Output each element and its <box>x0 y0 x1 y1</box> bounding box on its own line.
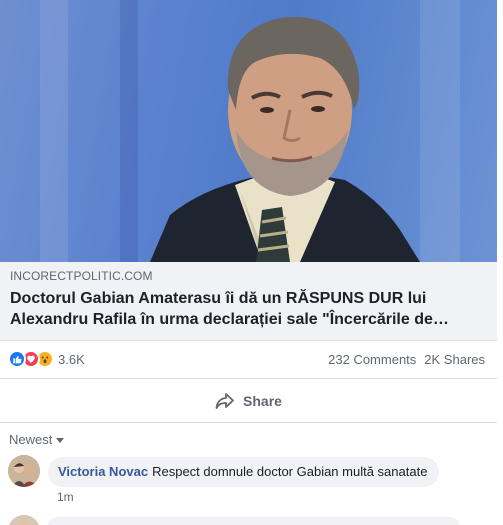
shares-count-link[interactable]: 2K Shares <box>424 352 485 367</box>
sort-label: Newest <box>9 432 53 447</box>
man-portrait <box>150 17 420 262</box>
avatar[interactable] <box>8 515 40 525</box>
comment-sort-dropdown[interactable]: Newest <box>9 432 65 447</box>
comment-timestamp[interactable]: 1m <box>57 490 74 504</box>
chevron-down-icon <box>56 437 65 443</box>
share-label: Share <box>243 392 282 409</box>
comment-text: Respect domnule doctor Gabian multă sana… <box>152 464 428 479</box>
reaction-count: 3.6K <box>58 351 85 367</box>
comments-count-link[interactable]: 232 Comments <box>328 352 416 367</box>
avatar[interactable] <box>8 455 40 487</box>
post-stats-bar: 3.6K 232 Comments 2K Shares <box>0 341 497 377</box>
comment-item <box>8 515 460 525</box>
comment-bubble <box>48 517 460 525</box>
comment-item: Victoria Novac Respect domnule doctor Gab… <box>8 455 440 487</box>
link-preview-image[interactable] <box>0 0 497 262</box>
like-icon <box>8 350 26 368</box>
comment-bubble: Victoria Novac Respect domnule doctor Gab… <box>48 457 440 487</box>
link-caption[interactable]: INCORECTPOLITIC.COM Doctorul Gabian Amat… <box>0 262 497 341</box>
comment-author-link[interactable]: Victoria Novac <box>58 464 148 479</box>
reactions-summary[interactable]: 3.6K <box>8 350 85 368</box>
link-domain: INCORECTPOLITIC.COM <box>10 269 153 283</box>
facebook-post: INCORECTPOLITIC.COM Doctorul Gabian Amat… <box>0 0 503 525</box>
share-arrow-icon <box>215 392 234 409</box>
post-action-bar: Share <box>0 378 497 423</box>
link-title[interactable]: Doctorul Gabian Amaterasu îi dă un RĂSPU… <box>10 288 487 330</box>
share-button[interactable]: Share <box>201 386 296 416</box>
